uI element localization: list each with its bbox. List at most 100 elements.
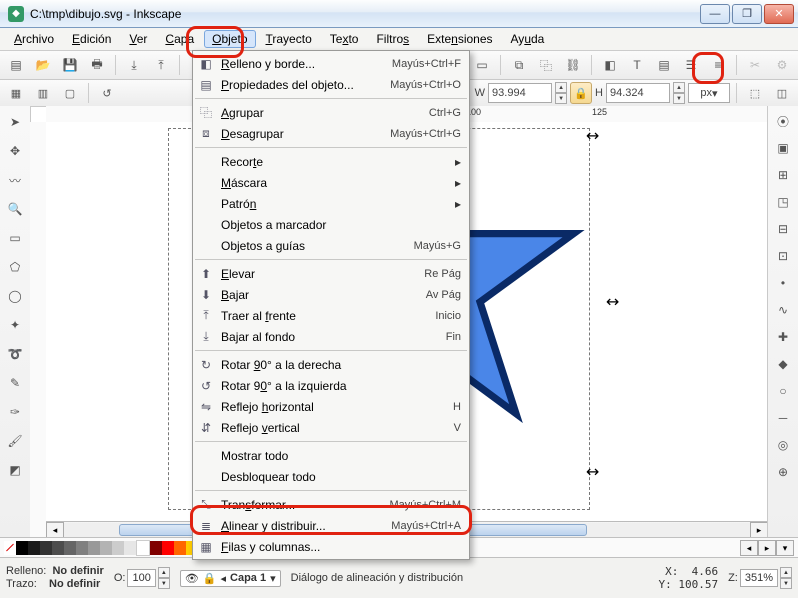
swatch[interactable] <box>88 541 100 555</box>
layer-lock-icon[interactable]: 🔒 <box>203 572 217 585</box>
menu-objeto[interactable]: Objeto <box>204 30 255 48</box>
snap-bbox-icon[interactable]: ▣ <box>771 136 795 160</box>
menu-desbloquear-todo[interactable]: Desbloquear todo <box>193 466 469 487</box>
tool-zoom-icon[interactable]: 🔍 <box>2 196 28 222</box>
height-spinner[interactable]: ▲▼ <box>673 82 685 104</box>
menu-archivo[interactable]: Archivo <box>6 30 62 48</box>
menu-edicion[interactable]: Edición <box>64 30 119 48</box>
sel-all-icon[interactable]: ▦ <box>4 81 28 105</box>
menu-rot90i[interactable]: ↺ Rotar 90° a la izquierda <box>193 375 469 396</box>
zoom-page-icon[interactable]: ▭ <box>470 53 494 77</box>
menu-extensiones[interactable]: Extensiones <box>419 30 500 48</box>
menu-objetos-marcador[interactable]: Objetos a marcador <box>193 214 469 235</box>
swatch[interactable] <box>162 541 174 555</box>
snap-enable-icon[interactable]: ⦿ <box>771 109 795 133</box>
menu-texto[interactable]: Texto <box>322 30 367 48</box>
opacity-input[interactable]: 100 <box>127 569 155 587</box>
snap-midedge-icon[interactable]: ⊟ <box>771 217 795 241</box>
import-icon[interactable]: ⤓ <box>122 53 146 77</box>
tool-eraser-icon[interactable]: ◩ <box>2 457 28 483</box>
menu-ver[interactable]: Ver <box>121 30 155 48</box>
scroll-right-icon[interactable]: ▸ <box>750 522 768 538</box>
snap-corner-icon[interactable]: ◳ <box>771 190 795 214</box>
tool-calligraphy-icon[interactable]: 🖌 <box>2 428 28 454</box>
unit-select[interactable]: px ▾ <box>688 83 730 103</box>
opacity-spinner[interactable]: ▲▼ <box>158 567 170 589</box>
snap-smooth-icon[interactable]: ○ <box>771 379 795 403</box>
swatch[interactable] <box>52 541 64 555</box>
menu-ayuda[interactable]: Ayuda <box>503 30 553 48</box>
menu-desagrupar[interactable]: ⧈ Desagrupar Mayús+Ctrl+G <box>193 123 469 144</box>
sel-handle-se[interactable]: ↔ <box>586 462 599 481</box>
xml-icon[interactable]: ▤ <box>652 53 676 77</box>
tool-bezier-icon[interactable]: ✑ <box>2 399 28 425</box>
palette-menu-icon[interactable]: ▾ <box>776 540 794 556</box>
text-icon[interactable]: T <box>625 53 649 77</box>
swatch-none[interactable] <box>4 541 16 555</box>
layers-icon[interactable]: ☰ <box>679 53 703 77</box>
tool-tweak-icon[interactable]: 〰 <box>2 167 28 193</box>
zoom-input[interactable]: 351% <box>740 569 778 587</box>
swatch[interactable] <box>174 541 186 555</box>
snap-path-icon[interactable]: ∿ <box>771 298 795 322</box>
swatch[interactable] <box>136 540 150 556</box>
menu-bajar[interactable]: ⬇ BajarAv Pág <box>193 284 469 305</box>
swatch[interactable] <box>76 541 88 555</box>
swatch[interactable] <box>124 541 136 555</box>
width-input[interactable]: 93.994 <box>488 83 552 103</box>
snap-intersect-icon[interactable]: ✚ <box>771 325 795 349</box>
swatch[interactable] <box>16 541 28 555</box>
save-icon[interactable]: 💾 <box>58 53 82 77</box>
layer-visibility-icon[interactable]: 👁 <box>185 572 199 585</box>
menu-mostrar-todo[interactable]: Mostrar todo <box>193 445 469 466</box>
docprops-icon[interactable]: ⚙ <box>770 53 794 77</box>
print-icon[interactable]: 🖶 <box>85 53 109 77</box>
affect-stroke-icon[interactable]: ⬚ <box>743 81 767 105</box>
snap-rotation-icon[interactable]: ⊕ <box>771 460 795 484</box>
layer-selector[interactable]: 👁 🔒 ◂ Capa 1 ▾ <box>180 570 281 587</box>
sel-layers-icon[interactable]: ▥ <box>31 81 55 105</box>
clone-icon[interactable]: ⿻ <box>534 53 558 77</box>
rotate-ccw-icon[interactable]: ↺ <box>95 81 119 105</box>
menu-filtros[interactable]: Filtros <box>368 30 417 48</box>
menu-elevar[interactable]: ⬆ ElevarRe Pág <box>193 263 469 284</box>
palette-scroll-left-icon[interactable]: ◂ <box>740 540 758 556</box>
menu-objetos-guias[interactable]: Objetos a guías Mayús+G <box>193 235 469 256</box>
menu-filas[interactable]: ▦ Filas y columnas... <box>193 536 469 557</box>
snap-cusp-icon[interactable]: ◆ <box>771 352 795 376</box>
tool-selector-icon[interactable]: ➤ <box>2 109 28 135</box>
snap-node-icon[interactable]: • <box>771 271 795 295</box>
affect-corner-icon[interactable]: ◫ <box>770 81 794 105</box>
menu-fondo[interactable]: ⤓ Bajar al fondoFin <box>193 326 469 347</box>
maximize-button[interactable]: ❐ <box>732 4 762 24</box>
menu-reflejo-v[interactable]: ⇵ Reflejo verticalV <box>193 417 469 438</box>
menu-mascara[interactable]: Máscara▸ <box>193 172 469 193</box>
swatch[interactable] <box>112 541 124 555</box>
prefs-icon[interactable]: ✂ <box>743 53 767 77</box>
tool-rect-icon[interactable]: ▭ <box>2 225 28 251</box>
swatch[interactable] <box>150 541 162 555</box>
scroll-left-icon[interactable]: ◂ <box>46 522 64 538</box>
height-input[interactable]: 94.324 <box>606 83 670 103</box>
menu-capa[interactable]: Capa <box>157 30 202 48</box>
palette-scroll-right-icon[interactable]: ▸ <box>758 540 776 556</box>
menu-propiedades[interactable]: ▤ Propiedades del objeto... Mayús+Ctrl+O <box>193 74 469 95</box>
fill-stroke-icon[interactable]: ◧ <box>598 53 622 77</box>
tool-node-icon[interactable]: ✥ <box>2 138 28 164</box>
menu-relleno[interactable]: ◧ Relleno y borde... Mayús+Ctrl+F <box>193 53 469 74</box>
duplicate-icon[interactable]: ⧉ <box>507 53 531 77</box>
menu-recorte[interactable]: Recorte▸ <box>193 151 469 172</box>
menu-agrupar[interactable]: ⿻ Agrupar Ctrl+G <box>193 102 469 123</box>
swatch[interactable] <box>28 541 40 555</box>
swatch[interactable] <box>100 541 112 555</box>
width-spinner[interactable]: ▲▼ <box>555 82 567 104</box>
swatch[interactable] <box>64 541 76 555</box>
tool-star-icon[interactable]: ✦ <box>2 312 28 338</box>
menu-alinear[interactable]: ≣ Alinear y distribuir...Mayús+Ctrl+A <box>193 515 469 536</box>
minimize-button[interactable]: — <box>700 4 730 24</box>
lock-aspect-icon[interactable]: 🔒 <box>570 82 592 104</box>
sel-none-icon[interactable]: ▢ <box>58 81 82 105</box>
menu-frente[interactable]: ⤒ Traer al frenteInicio <box>193 305 469 326</box>
zoom-spinner[interactable]: ▲▼ <box>780 567 792 589</box>
tool-pencil-icon[interactable]: ✎ <box>2 370 28 396</box>
